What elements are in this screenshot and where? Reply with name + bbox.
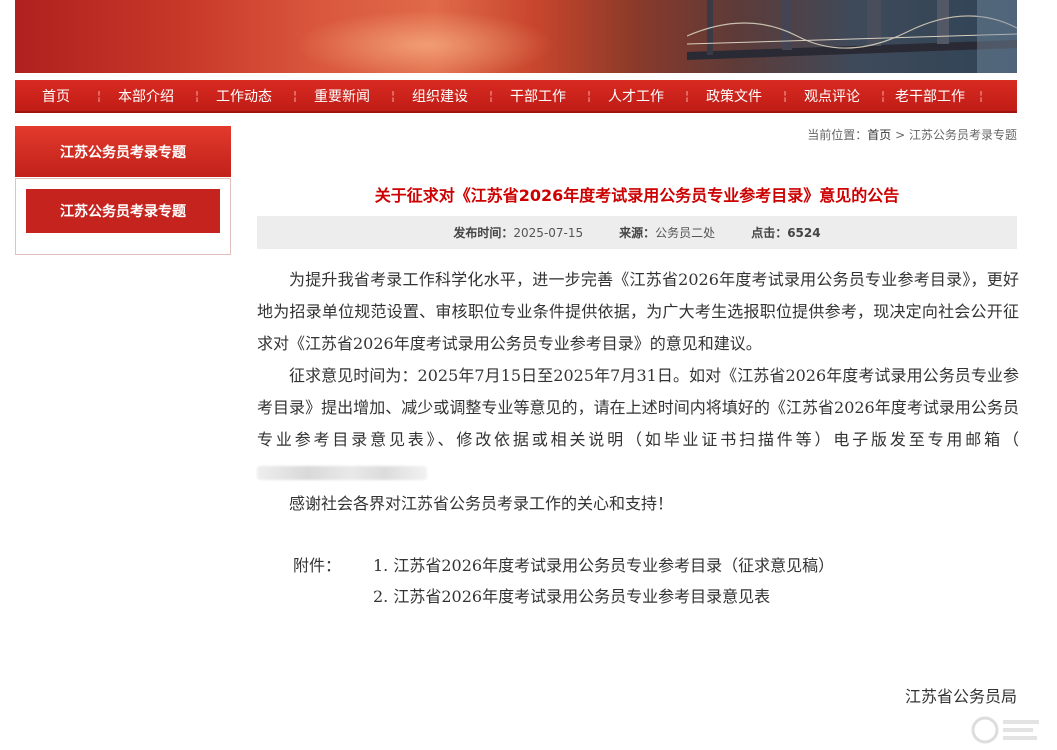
nav-item-organization[interactable]: 组织建设 — [391, 86, 489, 106]
attachments: 附件： 1. 江苏省2026年度考试录用公务员专业参考目录（征求意见稿） 2. … — [293, 550, 834, 612]
nav-item-opinion[interactable]: 观点评论 — [783, 86, 881, 106]
nav-item-retired-cadre[interactable]: 老干部工作 — [881, 86, 979, 106]
publish-date: 2025-07-15 — [513, 226, 584, 240]
breadcrumb: 当前位置：首页 > 江苏公务员考录专题 — [807, 126, 1017, 143]
nav-item-about[interactable]: 本部介绍 — [97, 86, 195, 106]
breadcrumb-home-link[interactable]: 首页 — [867, 128, 891, 142]
clicks-label: 点击： — [751, 226, 788, 240]
nav-item-home[interactable]: 首页 — [15, 86, 97, 106]
main-nav: 首页 ¦ 本部介绍 ¦ 工作动态 ¦ 重要新闻 ¦ 组织建设 ¦ 干部工作 ¦ … — [15, 80, 1017, 113]
redacted-email — [257, 465, 427, 480]
source-label: 来源： — [619, 226, 656, 240]
paragraph-2: 征求意见时间为：2025年7月15日至2025年7月31日。如对《江苏省2026… — [257, 360, 1019, 488]
publish-label: 发布时间： — [453, 226, 514, 240]
paragraph-1: 为提升我省考录工作科学化水平，进一步完善《江苏省2026年度考试录用公务员专业参… — [257, 270, 1019, 353]
bridge-illustration — [687, 0, 1017, 73]
breadcrumb-prefix: 当前位置： — [807, 128, 868, 142]
sidebar-item-exam-topic[interactable]: 江苏公务员考录专题 — [26, 189, 220, 233]
breadcrumb-separator: > — [895, 128, 906, 142]
clicks-value: 6524 — [787, 226, 821, 240]
signature: 江苏省公务员局 — [904, 687, 1017, 706]
nav-item-cadre[interactable]: 干部工作 — [489, 86, 587, 106]
article-body: 为提升我省考录工作科学化水平，进一步完善《江苏省2026年度考试录用公务员专业参… — [257, 264, 1019, 520]
nav-item-policy[interactable]: 政策文件 — [685, 86, 783, 106]
attachment-link-2[interactable]: 2. 江苏省2026年度考试录用公务员专业参考目录意见表 — [373, 581, 770, 612]
nav-item-talent[interactable]: 人才工作 — [587, 86, 685, 106]
source-value: 公务员二处 — [655, 226, 716, 240]
attachments-label: 附件： — [293, 556, 342, 575]
article-meta: 发布时间：2025-07-15 来源：公务员二处 点击：6524 — [257, 216, 1017, 249]
article-title: 关于征求对《江苏省2026年度考试录用公务员专业参考目录》意见的公告 — [374, 186, 900, 205]
header-banner — [15, 0, 1017, 73]
paragraph-3: 感谢社会各界对江苏省公务员考录工作的关心和支持！ — [289, 494, 674, 513]
nav-item-important-news[interactable]: 重要新闻 — [293, 86, 391, 106]
attachment-link-1[interactable]: 1. 江苏省2026年度考试录用公务员专业参考目录（征求意见稿） — [373, 550, 834, 581]
watermark-icon — [971, 716, 1039, 744]
nav-item-work-news[interactable]: 工作动态 — [195, 86, 293, 106]
sidebar-title: 江苏公务员考录专题 — [15, 126, 231, 177]
breadcrumb-current[interactable]: 江苏公务员考录专题 — [909, 128, 1017, 142]
sidebar-box: 江苏公务员考录专题 — [15, 178, 231, 255]
page: 首页 ¦ 本部介绍 ¦ 工作动态 ¦ 重要新闻 ¦ 组织建设 ¦ 干部工作 ¦ … — [0, 0, 1057, 750]
